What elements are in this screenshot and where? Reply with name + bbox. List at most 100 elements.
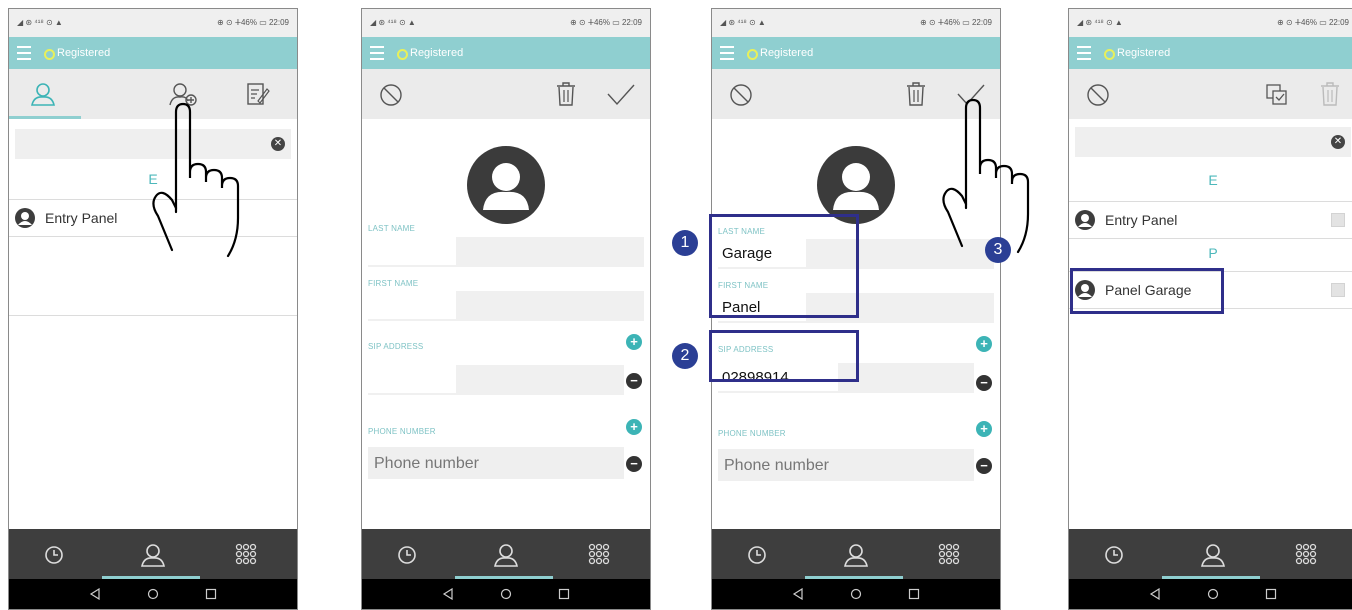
- person-outline-icon[interactable]: [842, 542, 870, 568]
- status-left: ◢ ⊛ ⁴¹⁸ ⊙ ▲: [17, 18, 63, 27]
- bottom-nav: [362, 529, 650, 579]
- home-icon[interactable]: [850, 588, 862, 600]
- cancel-circle-icon[interactable]: [728, 82, 754, 108]
- last-name-field[interactable]: [368, 237, 644, 267]
- hamburger-menu-icon[interactable]: [370, 46, 384, 60]
- clock-icon[interactable]: [1103, 544, 1125, 566]
- dialpad-icon[interactable]: [937, 542, 961, 566]
- home-icon[interactable]: [500, 588, 512, 600]
- form-toolbar: [362, 69, 650, 119]
- hamburger-menu-icon[interactable]: [17, 46, 31, 60]
- highlight-sip-field: [709, 330, 859, 382]
- home-icon[interactable]: [147, 588, 159, 600]
- contact-checkbox[interactable]: [1331, 213, 1345, 227]
- contact-avatar-icon: [15, 208, 35, 228]
- registered-label: Registered: [760, 47, 814, 59]
- first-name-label: FIRST NAME: [368, 279, 419, 288]
- recents-icon[interactable]: [205, 588, 217, 600]
- sip-address-field[interactable]: [368, 365, 624, 395]
- remove-phone-icon[interactable]: −: [976, 458, 992, 474]
- add-sip-icon[interactable]: +: [976, 336, 992, 352]
- back-icon[interactable]: [792, 588, 804, 600]
- status-bar: ◢ ⊛ ⁴¹⁸ ⊙ ▲ ⊕ ⊙ ⵜ46% ▭ 22:09: [712, 9, 1000, 37]
- cancel-circle-icon[interactable]: [378, 82, 404, 108]
- status-bar: ◢ ⊛ ⁴¹⁸ ⊙ ▲ ⊕ ⊙ ⵜ46% ▭ 22:09: [1069, 9, 1352, 37]
- highlight-new-contact: [1070, 268, 1224, 314]
- section-letter-e: E: [1208, 172, 1218, 188]
- person-outline-icon[interactable]: [492, 542, 520, 568]
- phone-number-label: PHONE NUMBER: [718, 429, 786, 438]
- trash-icon[interactable]: [555, 81, 577, 107]
- phone-number-placeholder: Phone number: [724, 457, 829, 474]
- status-bar: ◢ ⊛ ⁴¹⁸ ⊙ ▲ ⊕ ⊙ ⵜ46% ▭ 22:09: [362, 9, 650, 37]
- recents-icon[interactable]: [1265, 588, 1277, 600]
- system-nav-bar: [712, 579, 1000, 609]
- phone-number-label: PHONE NUMBER: [368, 427, 436, 436]
- person-outline-icon[interactable]: [29, 81, 57, 107]
- contact-row[interactable]: Entry Panel: [1069, 201, 1352, 239]
- bottom-nav: [712, 529, 1000, 579]
- app-bar: Registered: [712, 37, 1000, 69]
- app-bar: Registered: [1069, 37, 1352, 69]
- add-sip-icon[interactable]: +: [626, 334, 642, 350]
- bottom-nav: [9, 529, 297, 579]
- bottom-nav: [1069, 529, 1352, 579]
- tap-hand-icon: [942, 98, 1030, 254]
- status-left: ◢ ⊛ ⁴¹⁸ ⊙ ▲: [720, 18, 766, 27]
- clear-search-icon[interactable]: ✕: [271, 137, 285, 151]
- clock-icon[interactable]: [43, 544, 65, 566]
- clock-icon[interactable]: [396, 544, 418, 566]
- hamburger-menu-icon[interactable]: [1077, 46, 1091, 60]
- add-phone-icon[interactable]: +: [626, 419, 642, 435]
- tap-hand-icon: [152, 102, 240, 258]
- registered-status-icon: [44, 49, 55, 60]
- registered-status-icon: [1104, 49, 1115, 60]
- contact-checkbox[interactable]: [1331, 283, 1345, 297]
- contact-name: Entry Panel: [1105, 212, 1178, 228]
- clock-icon[interactable]: [746, 544, 768, 566]
- back-icon[interactable]: [442, 588, 454, 600]
- status-left: ◢ ⊛ ⁴¹⁸ ⊙ ▲: [1077, 18, 1123, 27]
- search-input[interactable]: ✕: [1075, 127, 1351, 157]
- status-right: ⊕ ⊙ ⵜ46% ▭ 22:09: [216, 18, 289, 27]
- phone-number-input[interactable]: Phone number: [718, 449, 974, 481]
- cancel-circle-icon[interactable]: [1085, 82, 1111, 108]
- person-outline-icon[interactable]: [1199, 542, 1227, 568]
- phone-number-input[interactable]: Phone number: [368, 447, 624, 479]
- first-name-field[interactable]: [368, 291, 644, 321]
- contact-photo-avatar[interactable]: [467, 146, 545, 224]
- sip-address-label: SIP ADDRESS: [368, 342, 424, 351]
- remove-sip-icon[interactable]: −: [626, 373, 642, 389]
- hamburger-menu-icon[interactable]: [720, 46, 734, 60]
- home-icon[interactable]: [1207, 588, 1219, 600]
- app-bar: Registered: [9, 37, 297, 69]
- remove-phone-icon[interactable]: −: [626, 456, 642, 472]
- back-icon[interactable]: [1149, 588, 1161, 600]
- dialpad-icon[interactable]: [234, 542, 258, 566]
- person-outline-icon[interactable]: [139, 542, 167, 568]
- highlight-name-fields: [709, 214, 859, 318]
- recents-icon[interactable]: [908, 588, 920, 600]
- clear-search-icon[interactable]: ✕: [1331, 135, 1345, 149]
- recents-icon[interactable]: [558, 588, 570, 600]
- trash-icon[interactable]: [1319, 81, 1341, 107]
- trash-icon[interactable]: [905, 81, 927, 107]
- status-left: ◢ ⊛ ⁴¹⁸ ⊙ ▲: [370, 18, 416, 27]
- checkmark-icon[interactable]: [606, 83, 636, 107]
- system-nav-bar: [362, 579, 650, 609]
- dialpad-icon[interactable]: [587, 542, 611, 566]
- selection-toolbar: [1069, 69, 1352, 119]
- remove-sip-icon[interactable]: −: [976, 375, 992, 391]
- last-name-label: LAST NAME: [368, 224, 415, 233]
- dialpad-icon[interactable]: [1294, 542, 1318, 566]
- status-bar: ◢ ⊛ ⁴¹⁸ ⊙ ▲ ⊕ ⊙ ⵜ46% ▭ 22:09: [9, 9, 297, 37]
- status-right: ⊕ ⊙ ⵜ46% ▭ 22:09: [1276, 18, 1349, 27]
- app-bar: Registered: [362, 37, 650, 69]
- contact-photo-avatar[interactable]: [817, 146, 895, 224]
- back-icon[interactable]: [89, 588, 101, 600]
- select-all-icon[interactable]: [1265, 83, 1289, 107]
- system-nav-bar: [1069, 579, 1352, 609]
- status-right: ⊕ ⊙ ⵜ46% ▭ 22:09: [919, 18, 992, 27]
- phone-number-placeholder: Phone number: [374, 455, 479, 472]
- add-phone-icon[interactable]: +: [976, 421, 992, 437]
